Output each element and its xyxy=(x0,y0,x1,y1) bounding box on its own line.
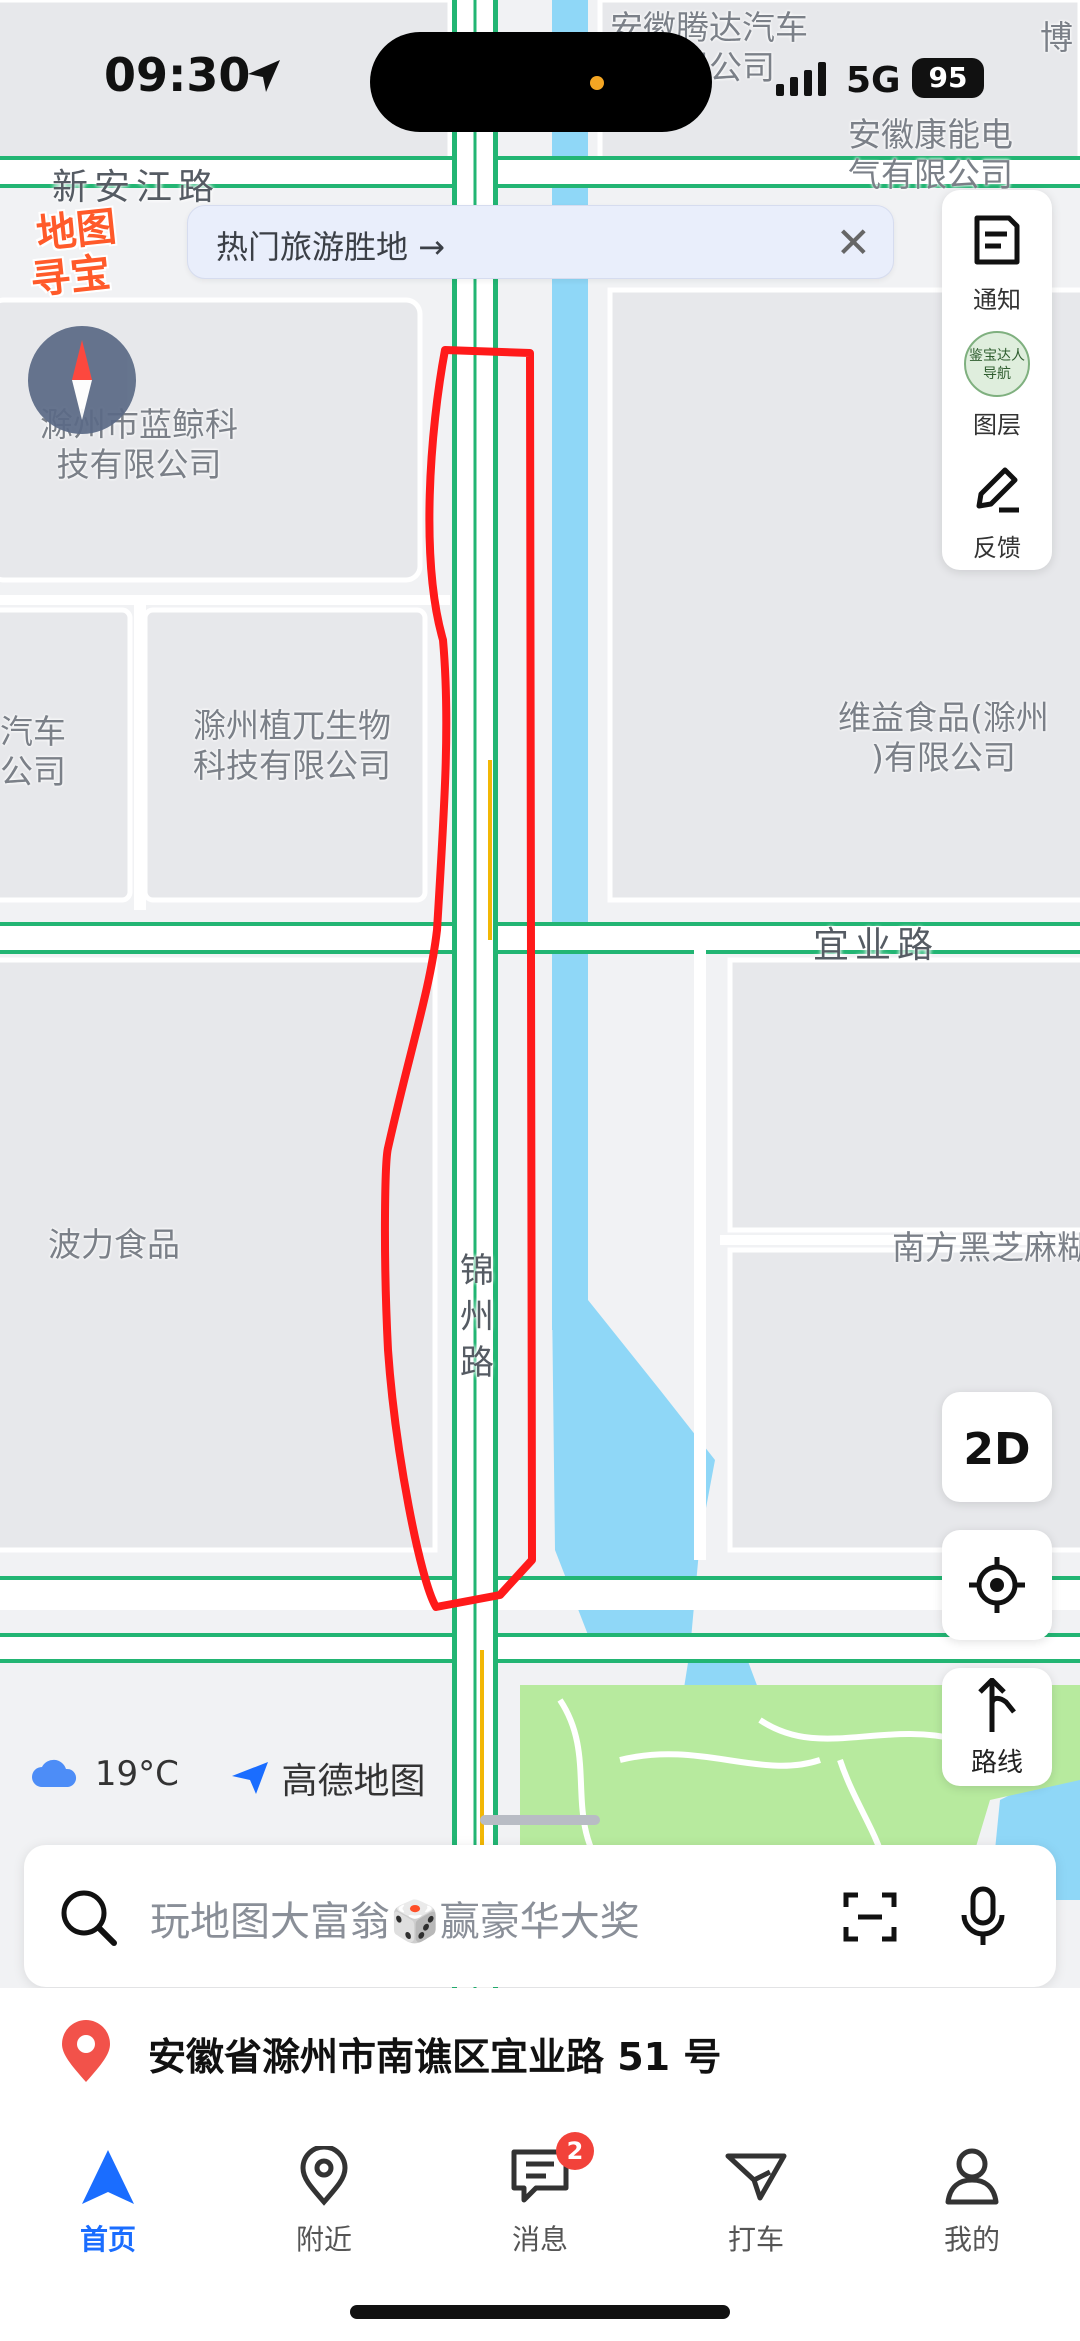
layers-label: 图层 xyxy=(973,411,1021,439)
tab-home-label: 首页 xyxy=(79,2223,136,2256)
search-placeholder[interactable]: 玩地图大富翁🎲赢豪华大奖 xyxy=(150,1889,640,1947)
microphone-icon[interactable] xyxy=(958,1885,1008,1949)
poi-bo[interactable]: 博 xyxy=(1040,18,1073,58)
compass-button[interactable] xyxy=(28,326,136,434)
tab-nearby-label: 附近 xyxy=(295,2223,352,2256)
temperature: 19°C xyxy=(94,1753,179,1794)
layers-button[interactable]: 鉴宝达人 导航 图层 xyxy=(942,325,1052,445)
road-jinzhou: 锦 州 路 xyxy=(460,1251,494,1383)
treasure-hunt-logo[interactable]: 地图 寻宝 xyxy=(28,198,138,304)
tab-home[interactable]: 首页 xyxy=(28,2132,188,2272)
poi-qiche[interactable]: 汽车 公司 xyxy=(0,712,66,792)
recording-dot-icon xyxy=(590,76,604,90)
current-address-row[interactable]: 安徽省滁州市南谯区宜业路 51 号 xyxy=(0,1988,1080,2113)
promo-banner[interactable]: 热门旅游胜地 → ✕ xyxy=(187,205,894,279)
weather-widget[interactable]: 19°C xyxy=(30,1752,179,1794)
dynamic-island xyxy=(370,32,712,132)
home-indicator[interactable] xyxy=(350,2305,730,2319)
road-yiye: 宜业路 xyxy=(813,925,940,966)
logo-line2: 寻宝 xyxy=(28,249,113,305)
search-bar[interactable]: 玩地图大富翁🎲赢豪华大奖 xyxy=(24,1845,1056,1987)
search-icon xyxy=(61,1890,117,1946)
poi-kangneng[interactable]: 安徽康能电 气有限公司 xyxy=(848,115,1013,195)
location-pin-icon xyxy=(62,2020,110,2082)
tab-mine-label: 我的 xyxy=(943,2223,1000,2256)
poi-zhiwu[interactable]: 滁州植兀生物 科技有限公司 xyxy=(193,706,391,786)
poi-boli[interactable]: 波力食品 xyxy=(48,1225,180,1265)
tab-messages[interactable]: 2 消息 xyxy=(460,2132,620,2272)
current-address: 安徽省滁州市南谯区宜业路 51 号 xyxy=(148,2035,722,2079)
route-label: 路线 xyxy=(970,1748,1023,1778)
tab-mine[interactable]: 我的 xyxy=(892,2132,1052,2272)
tab-taxi[interactable]: 打车 xyxy=(676,2132,836,2272)
battery-indicator: 95 xyxy=(912,58,984,98)
2d-mode-label: 2D xyxy=(963,1424,1031,1475)
tab-nearby[interactable]: 附近 xyxy=(244,2132,404,2272)
navigation-arrow-icon xyxy=(82,2150,134,2204)
poi-nanfang[interactable]: 南方黑芝麻糊 xyxy=(892,1228,1080,1268)
edit-icon xyxy=(976,467,1019,513)
scan-icon[interactable] xyxy=(842,1889,898,1945)
notify-icon xyxy=(974,215,1020,265)
amap-logo-icon xyxy=(232,1762,268,1794)
user-icon xyxy=(945,2148,999,2205)
compass-needle-icon xyxy=(72,340,92,420)
route-button[interactable]: 路线 xyxy=(942,1668,1052,1786)
notify-button[interactable]: 通知 xyxy=(942,200,1052,320)
amap-brand-name: 高德地图 xyxy=(281,1761,426,1802)
2d-mode-button[interactable]: 2D xyxy=(942,1392,1052,1502)
location-arrow-icon xyxy=(248,60,280,92)
route-arrow-icon xyxy=(978,1678,1016,1732)
tab-messages-label: 消息 xyxy=(511,2223,568,2256)
tab-taxi-label: 打车 xyxy=(727,2223,784,2256)
signal-icon xyxy=(776,62,826,96)
taxi-icon xyxy=(725,2153,787,2201)
cloud-icon xyxy=(32,1759,77,1787)
nearby-pin-icon xyxy=(300,2146,348,2206)
close-icon[interactable]: ✕ xyxy=(836,218,871,267)
status-time: 09:30 xyxy=(104,48,251,102)
promo-banner-text[interactable]: 热门旅游胜地 → xyxy=(216,222,445,268)
message-count-badge: 2 xyxy=(556,2132,594,2170)
amap-brand: 高德地图 xyxy=(230,1752,425,1804)
locate-icon xyxy=(969,1557,1025,1613)
layers-avatar-icon: 鉴宝达人 导航 xyxy=(964,331,1030,397)
side-tool-panel: 通知 鉴宝达人 导航 图层 反馈 xyxy=(942,190,1052,570)
locate-button[interactable] xyxy=(942,1530,1052,1640)
feedback-label: 反馈 xyxy=(973,534,1021,562)
poi-weiyi[interactable]: 维益食品(滁州 )有限公司 xyxy=(838,698,1049,778)
drag-handle[interactable] xyxy=(480,1815,600,1825)
feedback-button[interactable]: 反馈 xyxy=(942,448,1052,568)
network-type: 5G xyxy=(846,60,901,101)
notify-label: 通知 xyxy=(973,286,1021,314)
